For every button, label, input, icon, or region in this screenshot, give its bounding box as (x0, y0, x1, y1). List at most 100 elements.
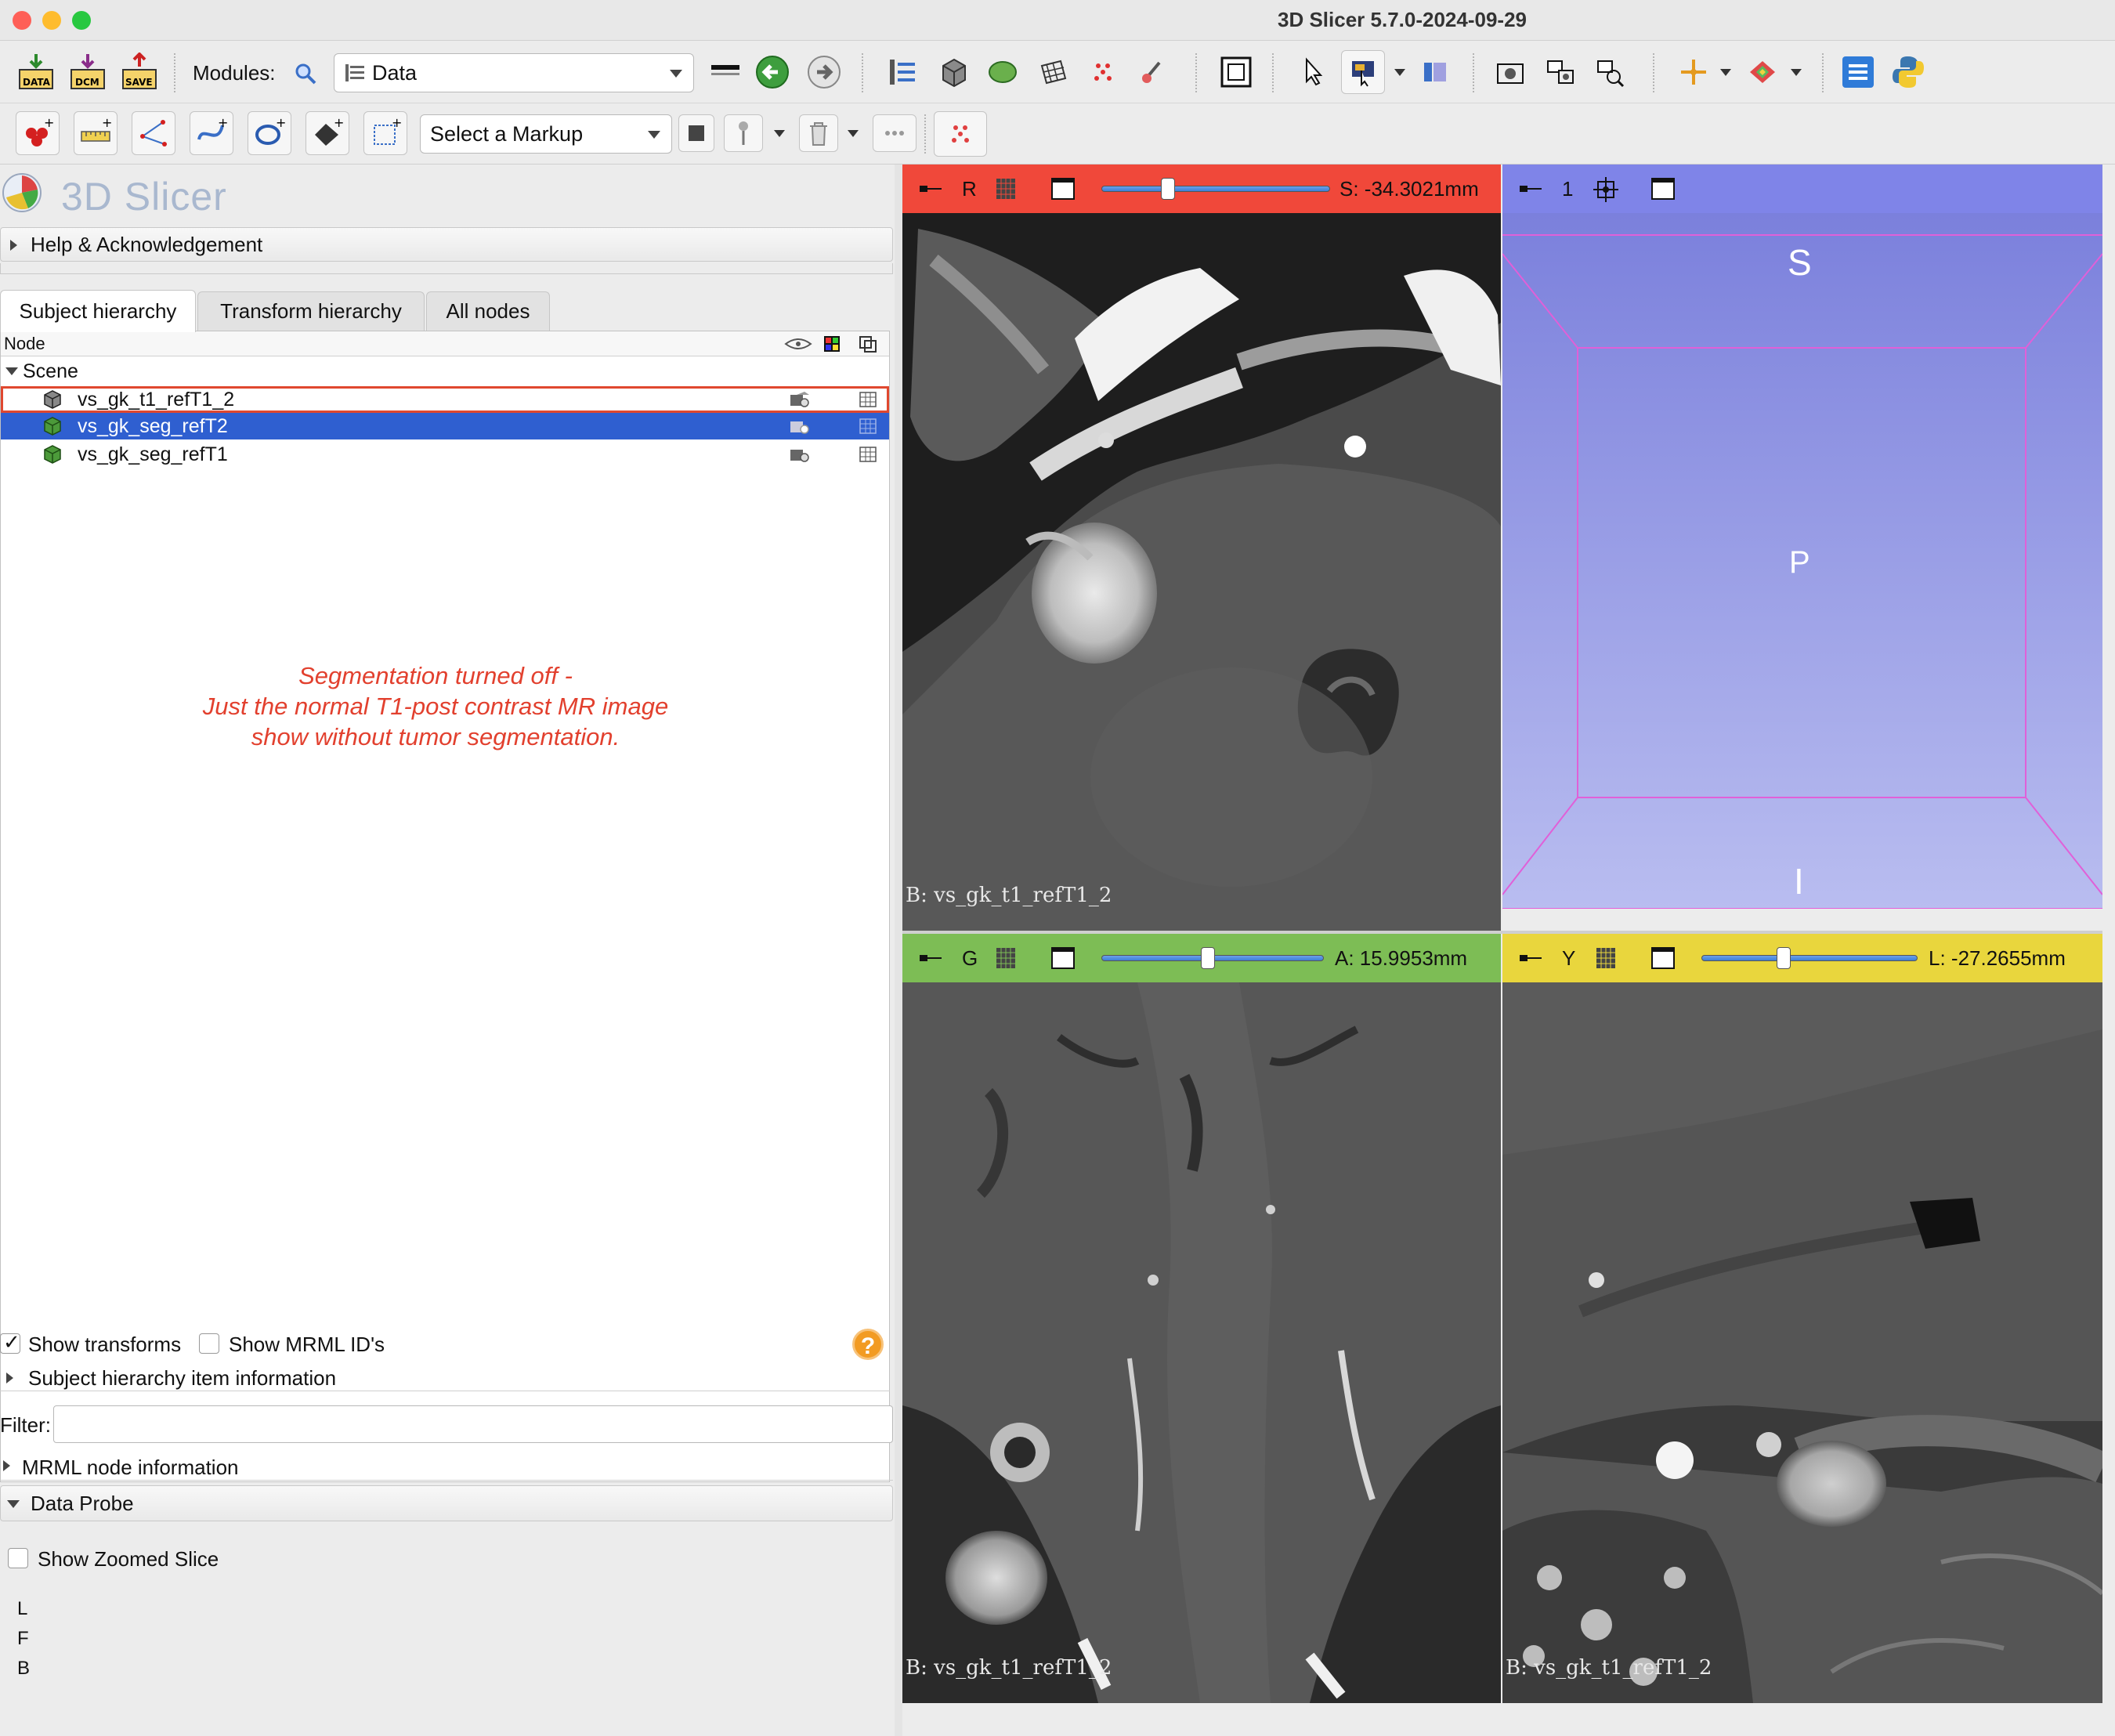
delete-markup-button[interactable] (799, 114, 838, 152)
annotation-line: Segmentation turned off - (298, 662, 573, 689)
markup-selector[interactable]: Select a Markup (420, 114, 672, 154)
crosshair-button[interactable] (1672, 50, 1716, 94)
arrow-right-icon (808, 56, 841, 89)
pin-icon[interactable] (1520, 953, 1543, 964)
pin-icon[interactable] (920, 953, 943, 964)
create-plane-button[interactable]: + (306, 111, 349, 155)
segmentation-node-icon (44, 417, 61, 436)
view-transform-mode-button[interactable] (1291, 50, 1335, 94)
threed-view[interactable]: S P I (1502, 213, 2102, 909)
models-module-shortcut[interactable] (981, 50, 1025, 94)
pin-icon[interactable] (1520, 183, 1543, 194)
save-icon: SAVE (122, 52, 157, 89)
red-slider-handle[interactable] (1160, 178, 1175, 200)
data-module-shortcut[interactable] (880, 50, 924, 94)
crosshair-mode-button[interactable] (1413, 50, 1457, 94)
history-icon (711, 65, 739, 75)
subject-hierarchy-tree[interactable]: Node Scene vs_gk_t1_refT1_2 vs_gk_seg_re… (0, 331, 890, 1482)
create-angle-button[interactable] (132, 111, 175, 155)
create-curve-button[interactable]: + (190, 111, 233, 155)
layout-button[interactable] (1214, 50, 1258, 94)
more-markup-options-button[interactable] (873, 114, 916, 152)
module-search-button[interactable] (290, 52, 321, 96)
volumes-module-shortcut[interactable] (931, 50, 974, 94)
maximize-view-icon[interactable] (1051, 947, 1075, 969)
load-dicom-button[interactable]: DCM (66, 50, 110, 94)
transform-column-icon[interactable] (858, 335, 878, 353)
create-closed-curve-button[interactable]: + (248, 111, 291, 155)
svg-text:+: + (392, 116, 402, 130)
transform-grid-icon (1040, 60, 1067, 85)
help-icon[interactable]: ? (852, 1329, 884, 1360)
module-selector[interactable]: Data (334, 53, 694, 92)
markups-toolbar: + + + + + + Select a Markup (0, 103, 2115, 165)
green-view-label: G (962, 946, 978, 970)
next-module-button[interactable] (802, 50, 846, 94)
scene-view-button[interactable] (1538, 50, 1582, 94)
show-zoomed-slice-checkbox[interactable] (8, 1548, 28, 1568)
module-history-button[interactable] (703, 50, 747, 94)
markups-module-shortcut[interactable] (1081, 50, 1125, 94)
save-data-button[interactable]: SAVE (118, 50, 161, 94)
window-level-mode-button[interactable] (1341, 50, 1385, 94)
link-slice-icon[interactable] (1592, 945, 1620, 971)
editor-module-shortcut[interactable] (1131, 50, 1175, 94)
link-slice-icon[interactable] (992, 945, 1020, 971)
tab-all-nodes[interactable]: All nodes (426, 291, 550, 331)
tree-item-scene[interactable]: Scene (1, 358, 889, 385)
tab-transform-hierarchy[interactable]: Transform hierarchy (197, 291, 425, 331)
green-slice-offset: A: 15.9953mm (1335, 946, 1468, 970)
markup-points-button[interactable] (934, 111, 987, 157)
transform-grid-icon[interactable] (859, 447, 877, 462)
transforms-module-shortcut[interactable] (1031, 50, 1075, 94)
place-persistent-button[interactable] (724, 114, 763, 152)
visibility-column-icon[interactable] (784, 336, 812, 352)
tree-column-node[interactable]: Node (4, 334, 45, 353)
transform-grid-icon[interactable] (859, 418, 877, 434)
visibility-toggle-icon[interactable] (789, 417, 811, 436)
annotation-line: Just the normal T1-post contrast MR imag… (202, 693, 669, 720)
data-module-icon (345, 64, 364, 81)
chevron-down-icon (1791, 69, 1802, 76)
color-column-icon[interactable] (823, 335, 841, 353)
red-slice-slider[interactable] (1101, 186, 1330, 192)
visibility-toggle-icon[interactable] (789, 445, 811, 464)
mrml-node-info-section[interactable]: MRML node information (0, 1449, 893, 1481)
screenshot-button[interactable] (1488, 50, 1532, 94)
load-data-button[interactable]: DATA (14, 50, 58, 94)
place-mode-button[interactable] (678, 114, 714, 152)
show-transforms-checkbox[interactable] (0, 1330, 20, 1354)
capture-tools-button[interactable] (1589, 50, 1632, 94)
transform-grid-icon[interactable] (859, 392, 877, 407)
tree-item-segmentation-reft2[interactable]: vs_gk_seg_refT2 (1, 413, 889, 439)
extension-manager-button[interactable] (1836, 50, 1880, 94)
maximize-view-icon[interactable] (1651, 178, 1675, 200)
subject-hierarchy-item-info-section[interactable]: Subject hierarchy item information (0, 1363, 890, 1391)
maximize-view-icon[interactable] (1651, 947, 1675, 969)
data-probe-section[interactable]: Data Probe (0, 1485, 893, 1521)
yellow-slider-handle[interactable] (1776, 947, 1791, 969)
previous-module-button[interactable] (750, 50, 794, 94)
red-slice-view[interactable]: B: vs_gk_t1_refT1_2 (902, 213, 1501, 931)
help-acknowledgement-section[interactable]: Help & Acknowledgement (0, 227, 893, 262)
yellow-slice-view[interactable]: B: vs_gk_t1_refT1_2 (1502, 982, 2102, 1703)
filter-input[interactable] (53, 1405, 893, 1443)
show-mrml-ids-checkbox[interactable] (199, 1333, 219, 1354)
python-console-button[interactable] (1886, 50, 1930, 94)
visibility-toggle-icon[interactable] (789, 390, 811, 409)
tab-subject-hierarchy[interactable]: Subject hierarchy (0, 290, 196, 332)
create-point-list-button[interactable]: + (16, 111, 60, 155)
green-slider-handle[interactable] (1201, 947, 1216, 969)
tree-item-volume[interactable]: vs_gk_t1_refT1_2 (1, 386, 889, 413)
create-line-button[interactable]: + (74, 111, 118, 155)
green-slice-view[interactable]: B: vs_gk_t1_refT1_2 (902, 982, 1501, 1703)
slice-intersections-button[interactable] (1741, 50, 1784, 94)
pin-icon[interactable] (920, 183, 943, 194)
maximize-view-icon[interactable] (1051, 178, 1075, 200)
create-roi-button[interactable]: + (363, 111, 407, 155)
panel-splitter[interactable] (895, 165, 902, 1736)
link-slice-icon[interactable] (992, 175, 1020, 202)
tree-item-segmentation-reft1[interactable]: vs_gk_seg_refT1 (1, 441, 889, 468)
yellow-slice-slider[interactable] (1701, 955, 1918, 961)
center-view-icon[interactable] (1592, 175, 1620, 202)
